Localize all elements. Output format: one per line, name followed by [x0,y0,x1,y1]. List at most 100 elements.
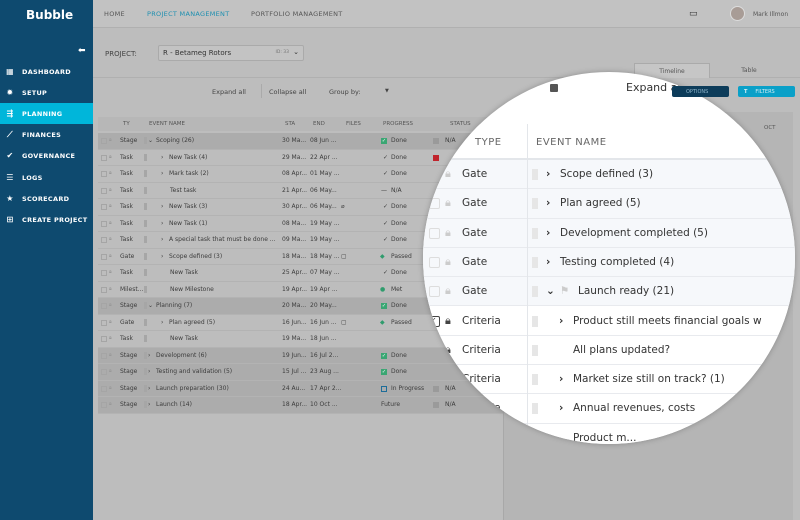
lock-icon[interactable]: 🔒︎ [109,302,112,308]
row-event-name[interactable]: Planning (7) [156,302,192,309]
magnifier-row[interactable]: 🔒︎ Gate › Scope defined (3) [423,160,795,190]
row-event-name[interactable]: A special task that must be done ... [169,236,276,243]
chevron-right-icon[interactable]: › [161,154,163,161]
drag-handle-icon[interactable] [144,384,147,392]
row-event-name[interactable]: Testing and validation (5) [156,368,232,375]
options-button[interactable]: OPTIONS [672,86,729,97]
chevron-right-icon[interactable]: › [148,401,150,408]
row-event-name[interactable]: Plan agreed (5) [560,197,641,209]
drag-handle-icon[interactable] [532,256,538,268]
checked-checkbox[interactable]: ✓ [429,315,440,327]
row-event-name[interactable]: Market size still on track? (1) [573,373,725,385]
drag-handle-icon[interactable] [144,203,147,210]
drag-handle-icon[interactable] [144,302,147,309]
row-checkbox[interactable] [101,253,107,260]
lock-icon[interactable]: 🔒︎ [109,220,112,226]
project-select[interactable]: R - Betameg Rotors ID: 33 ⌄ [158,45,304,61]
user-name[interactable]: Mark Illmon [753,11,788,18]
chevron-down-icon[interactable]: ⌄ [148,302,153,309]
drag-handle-icon[interactable] [144,252,147,260]
chevron-right-icon[interactable]: › [559,402,563,414]
lock-icon[interactable]: 🔒︎ [445,314,451,328]
magnifier-row[interactable]: 🔒︎ Criteria All plans updated? [423,335,795,366]
lock-icon[interactable]: 🔒︎ [109,170,112,176]
row-event-name[interactable]: Scope defined (3) [560,168,653,180]
chevron-right-icon[interactable]: › [161,253,163,260]
drag-handle-icon[interactable] [532,432,538,444]
lock-icon[interactable]: 🔒︎ [445,255,451,269]
row-checkbox[interactable] [429,286,440,298]
row-event-name[interactable]: New Task [170,335,198,342]
row-checkbox[interactable] [101,336,107,342]
sidebar-item-governance[interactable]: ✔ GOVERNANCE [0,145,93,166]
chevron-right-icon[interactable]: › [559,315,563,327]
column-progress[interactable]: PROGRESS [383,121,413,127]
sidebar-item-logs[interactable]: ☰ LOGS [0,167,93,188]
attachment-icon[interactable]: ⌀ [341,203,345,210]
row-checkbox[interactable] [101,402,107,408]
row-event-name[interactable]: Test task [170,187,196,194]
lock-icon[interactable]: 🔒︎ [109,319,112,325]
magnifier-row[interactable]: 🔒︎ Criteria › Market size still on track?… [423,365,795,395]
expand-all-button[interactable]: Expand all [212,88,246,96]
nav-home[interactable]: HOME [104,10,125,18]
row-checkbox[interactable] [429,344,440,356]
row-event-name[interactable]: New Task (4) [169,154,207,161]
lock-icon[interactable]: 🔒︎ [109,253,112,259]
row-checkbox[interactable] [429,169,440,180]
row-event-name[interactable]: Development (6) [156,352,207,359]
row-event-name[interactable]: Launch ready (21) [578,285,674,297]
row-event-name[interactable]: Plan agreed (5) [169,319,215,326]
chevron-right-icon[interactable]: › [161,203,163,210]
row-checkbox[interactable] [101,369,107,375]
drag-handle-icon[interactable] [532,198,538,210]
lock-icon[interactable]: 🔒︎ [109,385,112,391]
row-checkbox[interactable] [429,256,440,268]
row-checkbox[interactable] [101,385,107,392]
lock-icon[interactable]: 🔒︎ [445,431,451,444]
drag-handle-icon[interactable] [144,318,147,326]
row-checkbox[interactable] [429,432,440,444]
row-checkbox[interactable] [101,237,107,243]
filters-button[interactable]: T FILTERS [738,86,795,97]
document-icon[interactable]: ▢ [341,253,347,260]
lock-icon[interactable]: 🔒︎ [445,401,451,415]
chevron-right-icon[interactable]: › [546,256,550,268]
sidebar-item-finances[interactable]: ⟋ FINANCES [0,124,93,145]
chevron-right-icon[interactable]: › [546,168,550,180]
drag-handle-icon[interactable] [144,269,147,276]
lock-icon[interactable]: 🔒︎ [109,286,112,292]
lock-icon[interactable]: 🔒︎ [445,226,451,240]
column-start[interactable]: STA [285,121,295,127]
chevron-down-icon[interactable]: ⌄ [148,137,153,144]
drag-handle-icon[interactable] [532,169,538,180]
row-event-name[interactable]: Launch (14) [156,401,192,408]
drag-handle-icon[interactable] [144,137,147,144]
sidebar-item-planning[interactable]: ⇶ PLANNING [0,103,93,124]
sidebar-item-setup[interactable]: ✹ SETUP [0,82,93,103]
chevron-down-icon[interactable]: ⌄ [546,285,555,297]
sidebar-item-scorecard[interactable]: ★ SCORECARD [0,188,93,209]
drag-handle-icon[interactable] [532,315,538,327]
nav-project-management[interactable]: PROJECT MANAGEMENT [147,10,230,18]
row-event-name[interactable]: Mark task (2) [169,170,209,177]
row-event-name[interactable]: Launch preparation (30) [156,385,229,392]
column-event-name[interactable]: EVENT NAME [149,121,185,127]
row-event-name[interactable]: Product still meets financial goals w [573,315,762,327]
document-icon[interactable]: ▢ [341,319,347,326]
drag-handle-icon[interactable] [144,170,147,177]
chevron-right-icon[interactable]: › [546,227,550,239]
lock-icon[interactable]: 🔒︎ [445,372,451,386]
drag-handle-icon[interactable] [144,219,147,227]
row-event-name[interactable]: Product m... [573,432,636,444]
lock-icon[interactable]: 🔒︎ [109,137,112,143]
lock-icon[interactable]: 🔒︎ [109,203,112,209]
drag-handle-icon[interactable] [144,236,147,243]
lock-icon[interactable]: 🔒︎ [109,269,112,275]
drag-handle-icon[interactable] [532,344,538,356]
row-event-name[interactable]: Testing completed (4) [560,256,674,268]
row-event-name[interactable]: Scope defined (3) [169,253,222,260]
magnifier-row[interactable]: 🔒︎ Gate › Development completed (5) [423,218,795,248]
row-checkbox[interactable] [101,154,107,161]
lock-icon[interactable]: 🔒︎ [445,196,451,210]
